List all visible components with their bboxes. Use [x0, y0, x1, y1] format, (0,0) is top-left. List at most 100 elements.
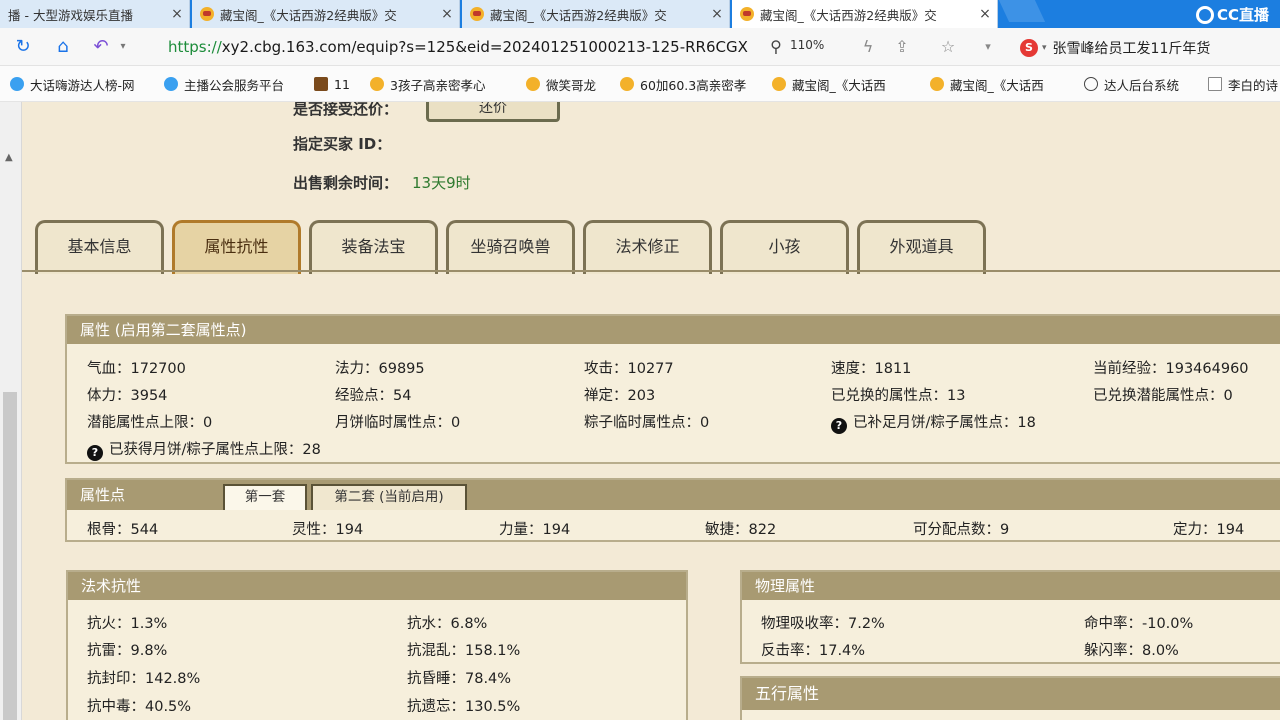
bookmark-item[interactable]: 主播公会服务平台 [164, 74, 304, 94]
spell-resist-panel: 法术抗性 抗火：1.3% 抗水：6.8% 抗雷：9.8% 抗混乱：158.1% … [66, 570, 688, 720]
attributes-panel: 属性 (启用第二套属性点) 气血：172700 法力：69895 攻击：1027… [65, 314, 1280, 464]
bookmark-item[interactable]: 3孩子高亲密孝心 [370, 74, 512, 94]
attr-cell: 粽子临时属性点：0 [584, 415, 710, 431]
star-icon[interactable]: ☆ [938, 37, 958, 57]
attr-cell: 法力：69895 [335, 361, 425, 377]
bookmark-item[interactable]: 李白的诗 [1208, 74, 1280, 94]
lightning-icon[interactable]: ϟ [858, 37, 878, 57]
resist-cell: 抗水：6.8% [407, 616, 488, 632]
resist-cell: 抗火：1.3% [87, 616, 168, 632]
home-icon[interactable]: ⌂ [52, 36, 74, 58]
browser-tab-cbg-active[interactable]: 藏宝阁_《大话西游2经典版》交 × [732, 0, 998, 28]
physical-panel: 物理属性 物理吸收率：7.2% 命中率：-10.0% 反击率：17.4% 躲闪率… [740, 570, 1280, 664]
attributes-title: 属性 (启用第二套属性点) [67, 316, 1280, 344]
cbg-favicon-icon [200, 7, 214, 21]
cbg-favicon-icon [470, 7, 484, 21]
cc-live-logo: CC直播 [1196, 4, 1269, 25]
bookmark-icon [526, 77, 540, 91]
attr-cell: 体力：3954 [87, 388, 168, 404]
equipment-detail-page: 是否接受还价： 还价 指定买家 ID： 出售剩余时间： 13天9时 基本信息 属性… [22, 102, 1280, 720]
attr-cell: 经验点：54 [335, 388, 412, 404]
document-icon [1208, 77, 1222, 91]
bookmarks-bar: 大话嗨游达人榜-网 主播公会服务平台 11 3孩子高亲密孝心 微笑哥龙 60加6… [0, 66, 1280, 102]
attr-cell: 禅定：203 [584, 388, 656, 404]
resist-cell: 抗封印：142.8% [87, 671, 201, 687]
close-icon[interactable]: × [439, 6, 455, 22]
attr-cell: 气血：172700 [87, 361, 186, 377]
bookmark-item[interactable]: 达人后台系统 [1084, 74, 1200, 94]
resist-cell: 抗昏睡：78.4% [407, 671, 512, 687]
attr-cell-with-help: ? 已补足月饼/粽子属性点：18 [831, 411, 1036, 434]
attr-cell: 已兑换潜能属性点：0 [1093, 388, 1233, 404]
physical-cell: 反击率：17.4% [761, 643, 866, 659]
point-cell: 敏捷：822 [705, 522, 777, 538]
tab-attributes[interactable]: 属性抗性 [172, 220, 301, 274]
scroll-up-arrow-icon[interactable]: ▲ [5, 152, 13, 163]
share-icon[interactable]: ⇪ [892, 37, 912, 57]
remaining-time-row: 出售剩余时间： 13天9时 [293, 174, 471, 192]
point-cell: 力量：194 [499, 522, 571, 538]
bookmark-item[interactable]: 11 [314, 74, 364, 94]
scrollbar-thumb[interactable] [3, 392, 17, 720]
chevron-down-icon[interactable]: ▾ [978, 37, 998, 57]
bookmark-icon [620, 77, 634, 91]
tab-equipment[interactable]: 装备法宝 [309, 220, 438, 274]
cc-ring-icon [1196, 5, 1214, 24]
new-tab-button[interactable] [998, 0, 1046, 22]
tab-appearance[interactable]: 外观道具 [857, 220, 986, 274]
browser-tab-cbg-2[interactable]: 藏宝阁_《大话西游2经典版》交 × [462, 0, 730, 28]
chevron-down-icon[interactable]: ▾ [112, 36, 134, 58]
attr-cell: 潜能属性点上限：0 [87, 415, 213, 431]
point-cell: 可分配点数：9 [913, 522, 1010, 538]
buyer-id-row: 指定买家 ID： [293, 135, 392, 153]
bookmark-item[interactable]: 微笑哥龙 [526, 74, 610, 94]
physical-cell: 躲闪率：8.0% [1084, 643, 1179, 659]
cbg-favicon-icon [740, 7, 754, 21]
zoom-level[interactable]: 110% [790, 38, 824, 52]
help-icon[interactable]: ? [87, 445, 103, 461]
tab-child[interactable]: 小孩 [720, 220, 849, 274]
bookmark-item[interactable]: 藏宝阁_《大话西 [772, 74, 922, 94]
resist-cell: 抗混乱：158.1% [407, 643, 521, 659]
attr-cell: 速度：1811 [831, 361, 912, 377]
physical-cell: 命中率：-10.0% [1084, 616, 1194, 632]
help-icon[interactable]: ? [831, 418, 847, 434]
bookmark-icon [930, 77, 944, 91]
attr-cell: 月饼临时属性点：0 [335, 415, 461, 431]
attr-cell: 当前经验：193464960 [1093, 361, 1249, 377]
tab-spell-correction[interactable]: 法术修正 [583, 220, 712, 274]
url-field[interactable]: https://xy2.cbg.163.com/equip?s=125&eid=… [168, 38, 768, 56]
refresh-icon[interactable]: ↻ [12, 36, 34, 58]
accept-offer-label: 是否接受还价： [293, 102, 399, 118]
close-icon[interactable]: × [169, 6, 185, 22]
physical-cell: 物理吸收率：7.2% [761, 616, 885, 632]
five-elements-title: 五行属性 [742, 678, 1280, 710]
search-suggestion[interactable]: S ▾ 张雪峰给员工发11斤年货 [1020, 36, 1280, 60]
chevron-down-icon[interactable]: ▾ [1042, 43, 1047, 53]
subtab-set-2[interactable]: 第二套 (当前启用) [311, 484, 467, 510]
side-scrollbar[interactable]: ▲ [0, 102, 22, 720]
subtab-set-1[interactable]: 第一套 [223, 484, 307, 510]
offer-button[interactable]: 还价 [426, 102, 560, 122]
bookmark-item[interactable]: 60加60.3高亲密孝 [620, 74, 758, 94]
attr-cell: 攻击：10277 [584, 361, 674, 377]
resist-cell: 抗中毒：40.5% [87, 699, 192, 715]
attr-cell: 已兑换的属性点：13 [831, 388, 966, 404]
detail-tabs: 基本信息 属性抗性 装备法宝 坐骑召唤兽 法术修正 小孩 外观道具 [22, 216, 1280, 276]
bookmark-icon [314, 77, 328, 91]
bookmark-item[interactable]: 藏宝阁_《大话西 [930, 74, 1070, 94]
zoom-search-icon[interactable]: ⚲ [766, 37, 786, 57]
globe-icon [1084, 77, 1098, 91]
browser-tab-live[interactable]: 播 - 大型游戏娱乐直播 × [0, 0, 190, 28]
browser-tab-cbg-1[interactable]: 藏宝阁_《大话西游2经典版》交 × [192, 0, 460, 28]
tab-mounts-pets[interactable]: 坐骑召唤兽 [446, 220, 575, 274]
bookmark-icon [772, 77, 786, 91]
close-icon[interactable]: × [977, 6, 993, 22]
attr-cell-with-help: ? 已获得月饼/粽子属性点上限：28 [87, 438, 321, 461]
tab-basic-info[interactable]: 基本信息 [35, 220, 164, 274]
sogou-search-icon: S [1020, 39, 1038, 57]
close-icon[interactable]: × [709, 6, 725, 22]
bookmark-item[interactable]: 大话嗨游达人榜-网 [10, 74, 150, 94]
undo-icon[interactable]: ↶ [90, 36, 112, 58]
bookmark-icon [370, 77, 384, 91]
